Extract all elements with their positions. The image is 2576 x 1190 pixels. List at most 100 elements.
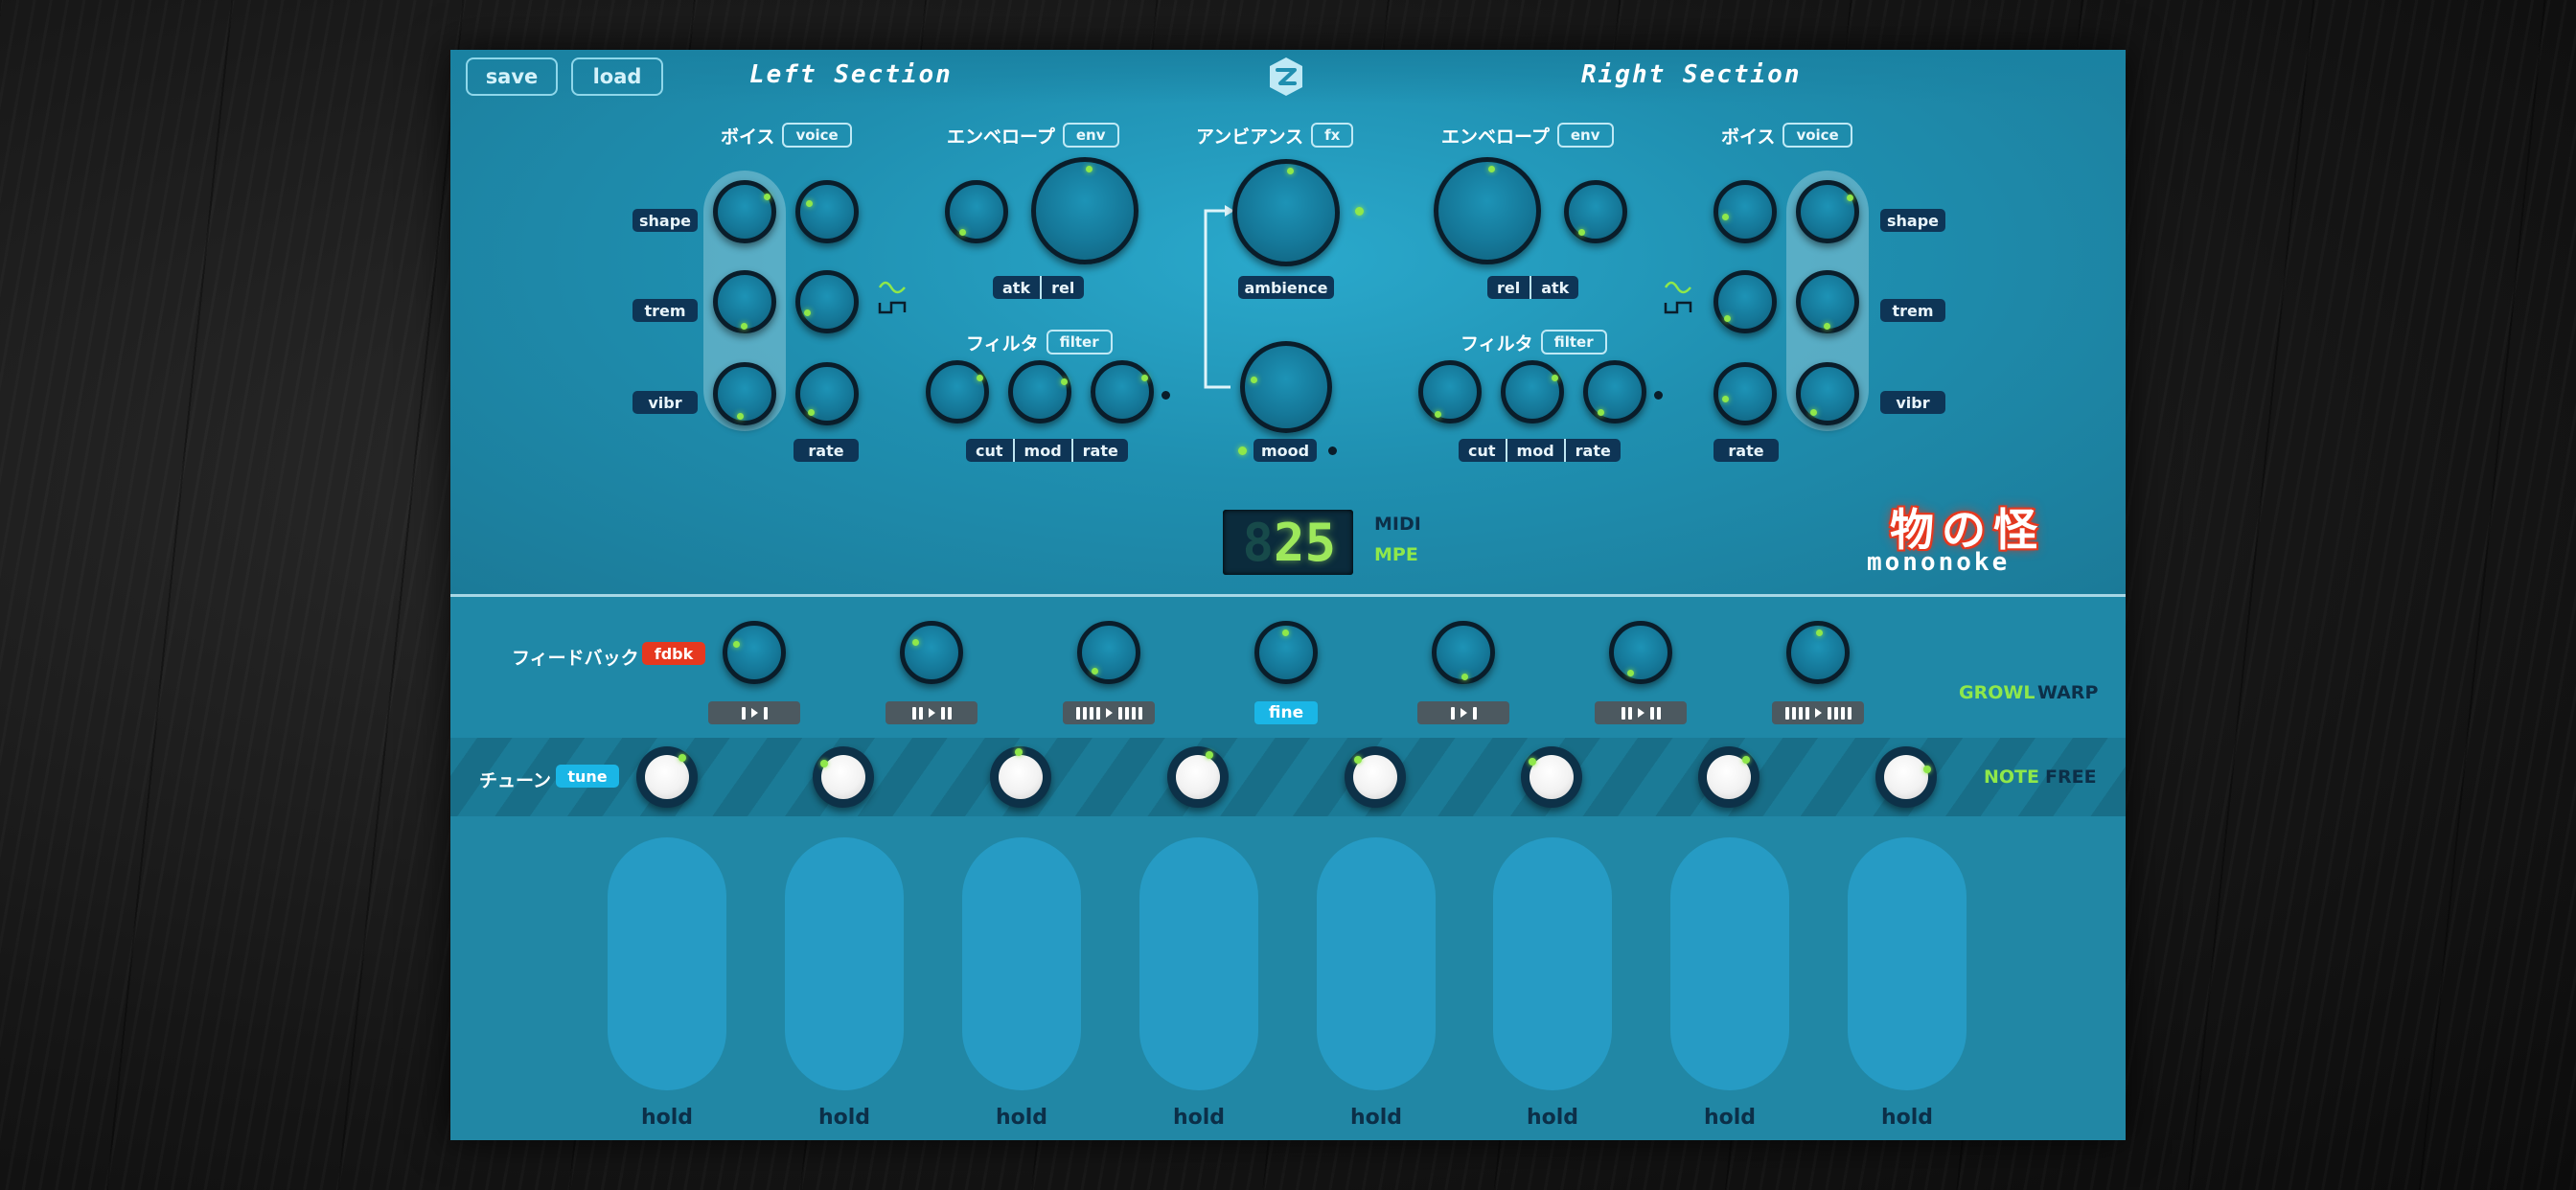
lcd-value: 25: [1273, 512, 1336, 573]
mpe-mode-label[interactable]: MPE: [1374, 544, 1418, 565]
right-rel-label: rel: [1497, 278, 1521, 297]
tune-knob-1[interactable]: [636, 746, 698, 808]
right-filter-tag: filter: [1540, 330, 1607, 355]
tune-knob-2[interactable]: [813, 746, 874, 808]
right-env-title: エンベロープ env: [1441, 123, 1614, 148]
note-mode-toggle[interactable]: NOTE: [1984, 767, 2039, 788]
right-lfo-wave-icon: [1664, 281, 1692, 314]
right-rate-label: rate: [1714, 439, 1779, 462]
right-release-knob[interactable]: [1434, 157, 1541, 264]
feedback-knob-4[interactable]: [1254, 621, 1318, 684]
left-trem-knob[interactable]: [713, 270, 776, 333]
hold-pad-2[interactable]: [785, 837, 904, 1090]
midi-mode-label[interactable]: MIDI: [1374, 514, 1421, 535]
hold-label-8: hold: [1880, 1106, 1934, 1130]
hold-pad-5[interactable]: [1317, 837, 1436, 1090]
feedback-knob-5[interactable]: [1432, 621, 1495, 684]
left-release-knob[interactable]: [1031, 157, 1138, 264]
feedback-knob-3[interactable]: [1077, 621, 1140, 684]
hold-pad-8[interactable]: [1848, 837, 1966, 1090]
right-vibr-rate-knob[interactable]: [1714, 362, 1777, 425]
fine-button[interactable]: fine: [1254, 701, 1318, 724]
right-shape-rate-knob[interactable]: [1714, 180, 1777, 243]
right-voice-tag: voice: [1782, 123, 1852, 148]
left-voice-tag: voice: [782, 123, 852, 148]
feedback-step-switch-7[interactable]: [1772, 701, 1864, 724]
warp-mode-toggle[interactable]: WARP: [2037, 682, 2098, 703]
hold-pad-3[interactable]: [962, 837, 1081, 1090]
feedback-knob-2[interactable]: [900, 621, 963, 684]
hold-pad-4[interactable]: [1139, 837, 1258, 1090]
mood-right-dot: [1328, 446, 1337, 455]
right-filter-rate-knob[interactable]: [1583, 360, 1646, 423]
left-vibr-knob[interactable]: [713, 362, 776, 425]
right-attack-knob[interactable]: [1564, 180, 1627, 243]
ambience-knob[interactable]: [1232, 159, 1340, 266]
hold-pad-1[interactable]: [608, 837, 726, 1090]
left-vibr-rate-knob[interactable]: [795, 362, 859, 425]
growl-mode-toggle[interactable]: GROWL: [1959, 682, 2035, 703]
right-filter-mod-knob[interactable]: [1501, 360, 1564, 423]
right-trem-label: trem: [1880, 299, 1945, 322]
left-vibr-label: vibr: [632, 391, 698, 414]
tune-knob-6[interactable]: [1521, 746, 1582, 808]
left-rel-label: rel: [1040, 276, 1084, 299]
right-trem-knob[interactable]: [1796, 270, 1859, 333]
left-shape-knob[interactable]: [713, 180, 776, 243]
load-button[interactable]: load: [571, 57, 663, 96]
left-attack-knob[interactable]: [945, 180, 1008, 243]
hold-pad-6[interactable]: [1493, 837, 1612, 1090]
left-cut-label: cut: [976, 441, 1003, 460]
divider-line: [450, 594, 2126, 597]
right-filter-title-text: フィルタ: [1460, 332, 1533, 355]
feedback-step-switch-5[interactable]: [1417, 701, 1509, 724]
fx-routing-arrow: [1204, 205, 1234, 389]
left-lfo-wave-icon: [878, 281, 907, 314]
right-mod-label: mod: [1505, 439, 1564, 462]
right-filter-dot: [1654, 391, 1663, 400]
right-vibr-knob[interactable]: [1796, 362, 1859, 425]
left-voice-title-text: ボイス: [721, 126, 775, 148]
feedback-step-switch-1[interactable]: [708, 701, 800, 724]
free-mode-toggle[interactable]: FREE: [2045, 767, 2097, 788]
feedback-knob-7[interactable]: [1786, 621, 1850, 684]
tune-knob-4[interactable]: [1167, 746, 1229, 808]
brand-latin-logo: mononoke: [1867, 548, 2011, 577]
logo-icon: [1270, 57, 1302, 96]
tune-knob-5[interactable]: [1345, 746, 1406, 808]
tune-knob-7[interactable]: [1698, 746, 1760, 808]
right-filter-title: フィルタ filter: [1460, 330, 1607, 355]
hold-label-5: hold: [1349, 1106, 1403, 1130]
right-cutoff-knob[interactable]: [1418, 360, 1482, 423]
left-filter-mod-knob[interactable]: [1008, 360, 1071, 423]
right-shape-label: shape: [1880, 209, 1945, 232]
hold-label-6: hold: [1526, 1106, 1579, 1130]
mood-knob[interactable]: [1240, 341, 1332, 433]
hold-pad-7[interactable]: [1670, 837, 1789, 1090]
hold-label-7: hold: [1703, 1106, 1757, 1130]
feedback-knob-1[interactable]: [723, 621, 786, 684]
tune-knob-8[interactable]: [1875, 746, 1937, 808]
midi-channel-display[interactable]: 8 25: [1223, 510, 1353, 575]
left-shape-rate-knob[interactable]: [795, 180, 859, 243]
save-button[interactable]: save: [466, 57, 558, 96]
tune-knob-3[interactable]: [990, 746, 1051, 808]
left-filter-dot: [1162, 391, 1170, 400]
left-env-tag: env: [1062, 123, 1119, 148]
hold-label-2: hold: [817, 1106, 871, 1130]
feedback-knob-6[interactable]: [1609, 621, 1672, 684]
left-filter-rate-knob[interactable]: [1091, 360, 1154, 423]
feedback-step-switch-3[interactable]: [1063, 701, 1155, 724]
left-filter-labels: cut mod rate: [966, 439, 1128, 462]
feedback-tag: fdbk: [642, 642, 705, 665]
right-cut-label: cut: [1468, 441, 1496, 460]
left-cutoff-knob[interactable]: [926, 360, 989, 423]
left-trem-rate-knob[interactable]: [795, 270, 859, 333]
right-trem-rate-knob[interactable]: [1714, 270, 1777, 333]
right-env-tag: env: [1556, 123, 1614, 148]
left-rate-label: rate: [794, 439, 859, 462]
feedback-step-switch-6[interactable]: [1595, 701, 1687, 724]
right-shape-knob[interactable]: [1796, 180, 1859, 243]
feedback-step-switch-2[interactable]: [886, 701, 978, 724]
right-atk-label: atk: [1530, 276, 1578, 299]
